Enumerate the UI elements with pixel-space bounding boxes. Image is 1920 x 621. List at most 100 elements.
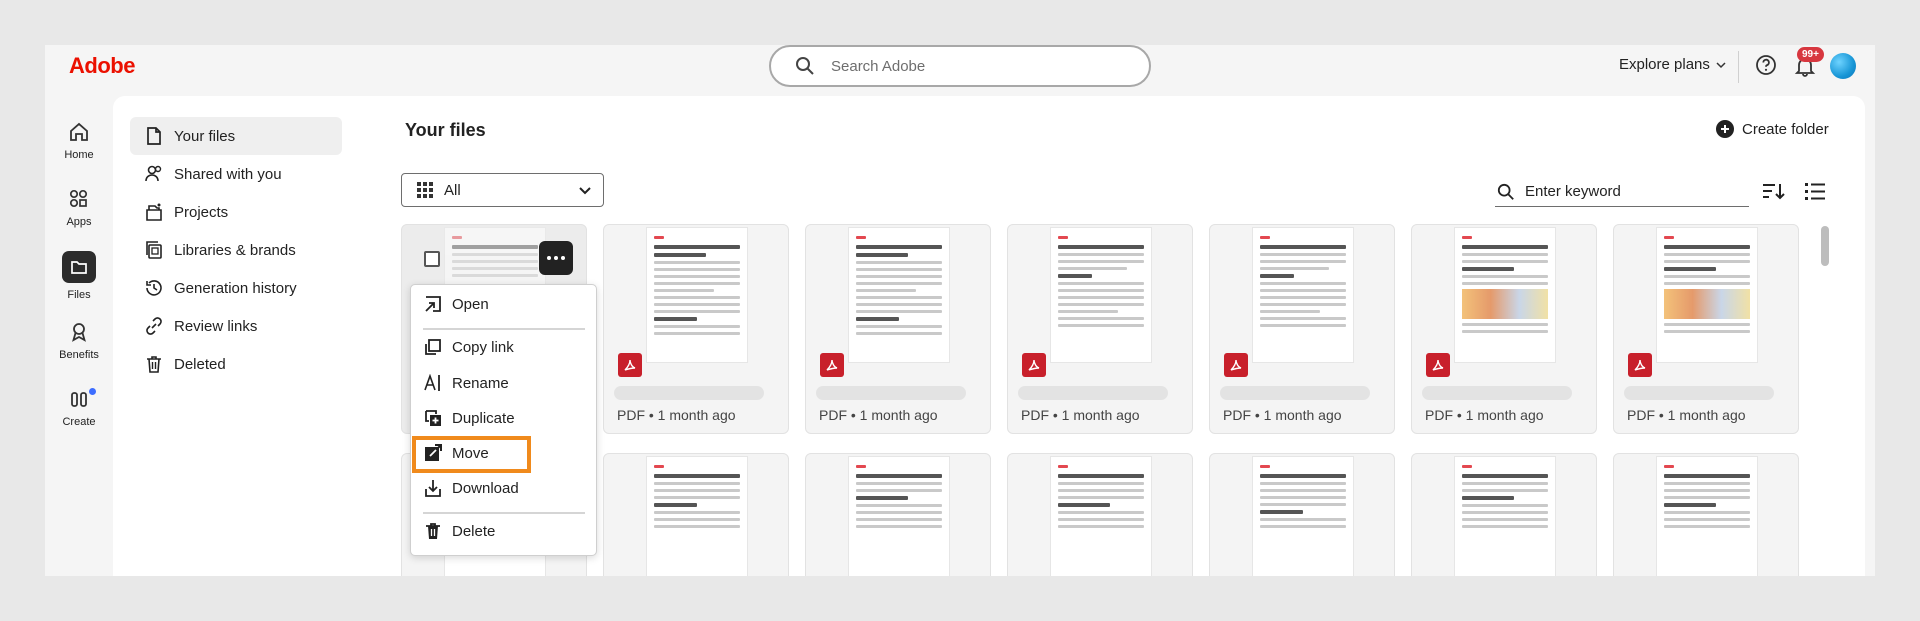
file-thumbnail [848,456,950,582]
file-thumbnail [1656,456,1758,582]
keyword-input[interactable]: Enter keyword [1525,183,1621,200]
file-meta: PDF • 1 month ago [1627,407,1746,423]
sort-icon[interactable] [1761,180,1785,202]
nav-item-review-links[interactable]: Review links [130,307,342,345]
file-thumbnail [646,456,748,582]
rail-item-create[interactable]: Create [45,388,113,428]
chevron-down-icon [579,187,591,195]
rail-label: Benefits [59,349,99,361]
page-title: Your files [405,120,486,140]
file-card[interactable] [805,453,991,583]
nav-item-generation-history[interactable]: Generation history [130,269,342,307]
pdf-icon [618,353,642,377]
file-card[interactable]: PDF • 1 month ago [1613,224,1799,434]
libraries-icon [146,241,162,259]
rail-label: Apps [66,216,92,228]
menu-label: Duplicate [452,409,515,427]
files-nav: Your files Shared with you Projects Libr… [130,117,342,383]
create-folder-label: Create folder [1742,120,1829,138]
link-icon [146,317,162,335]
nav-label: Review links [174,317,258,335]
rail-label: Create [62,416,96,428]
nav-item-libraries-brands[interactable]: Libraries & brands [130,231,342,269]
menu-divider [423,512,585,514]
file-card[interactable]: PDF • 1 month ago [805,224,991,434]
explore-plans-button[interactable]: Explore plans [1619,56,1726,73]
file-card[interactable]: PDF • 1 month ago [603,224,789,434]
benefits-icon [72,323,86,342]
file-card[interactable] [1411,453,1597,583]
file-card[interactable] [603,453,789,583]
menu-label: Download [452,479,519,497]
file-meta: PDF • 1 month ago [617,407,736,423]
search-bar[interactable]: Search Adobe [769,45,1151,87]
file-thumbnail [1656,227,1758,363]
notification-badge: 99+ [1797,47,1824,62]
apps-icon [69,189,88,208]
help-icon[interactable] [1755,54,1777,76]
rail-label: Home [64,149,94,161]
open-icon [425,296,441,312]
avatar[interactable] [1830,53,1856,79]
list-view-icon[interactable] [1804,180,1826,202]
nav-item-your-files[interactable]: Your files [130,117,342,155]
file-card[interactable]: PDF • 1 month ago [1411,224,1597,434]
menu-item-delete[interactable]: Delete [424,522,495,540]
menu-label: Delete [452,522,496,540]
menu-item-duplicate[interactable]: Duplicate [424,409,515,427]
menu-item-rename[interactable]: Rename [424,374,509,392]
nav-label: Your files [174,127,236,145]
file-name-placeholder [1018,386,1168,400]
keyword-search[interactable]: Enter keyword [1495,177,1749,207]
search-icon [796,57,814,75]
file-thumbnail [1252,227,1354,363]
file-name-placeholder [1422,386,1572,400]
nav-item-shared-with-you[interactable]: Shared with you [130,155,342,193]
create-folder-button[interactable]: Create folder [1716,120,1829,138]
file-card[interactable] [1613,453,1799,583]
file-thumbnail [646,227,748,363]
rail-item-benefits[interactable]: Benefits [45,321,113,361]
rename-icon [424,374,440,391]
file-thumbnail [1252,456,1354,582]
nav-item-deleted[interactable]: Deleted [130,345,342,383]
delete-icon [426,523,440,539]
file-meta: PDF • 1 month ago [1021,407,1140,423]
filter-dropdown[interactable]: All [401,173,604,207]
rail-item-apps[interactable]: Apps [45,188,113,228]
create-icon [71,392,87,407]
pdf-icon [1224,353,1248,377]
file-card[interactable]: PDF • 1 month ago [1007,224,1193,434]
adobe-logo[interactable]: Adobe [69,53,135,79]
rail-item-files[interactable]: Files [45,251,113,301]
duplicate-icon [425,410,441,426]
filter-label: All [444,181,461,199]
file-thumbnail [1050,456,1152,582]
file-thumbnail [848,227,950,363]
file-card[interactable] [1007,453,1193,583]
menu-label: Rename [452,374,509,392]
file-icon [147,127,161,145]
nav-item-projects[interactable]: Projects [130,193,342,231]
file-card[interactable] [1209,453,1395,583]
nav-label: Projects [174,203,229,221]
grid-icon [417,182,433,198]
menu-item-download[interactable]: Download [424,479,519,497]
pdf-icon [1022,353,1046,377]
copy-link-icon [425,339,441,355]
home-icon [70,122,88,141]
search-input[interactable]: Search Adobe [831,58,925,75]
files-tile [62,251,96,283]
rail-item-home[interactable]: Home [45,121,113,161]
select-checkbox[interactable] [424,251,440,267]
plus-circle-icon [1716,120,1734,138]
menu-item-copy-link[interactable]: Copy link [424,338,514,356]
explore-plans-label: Explore plans [1619,56,1710,73]
file-name-placeholder [1220,386,1370,400]
nav-label: Generation history [174,279,297,297]
scrollbar-thumb[interactable] [1821,226,1829,266]
more-options-button[interactable] [539,241,573,275]
shared-icon [145,165,162,182]
file-card[interactable]: PDF • 1 month ago [1209,224,1395,434]
menu-item-open[interactable]: Open [424,295,489,313]
